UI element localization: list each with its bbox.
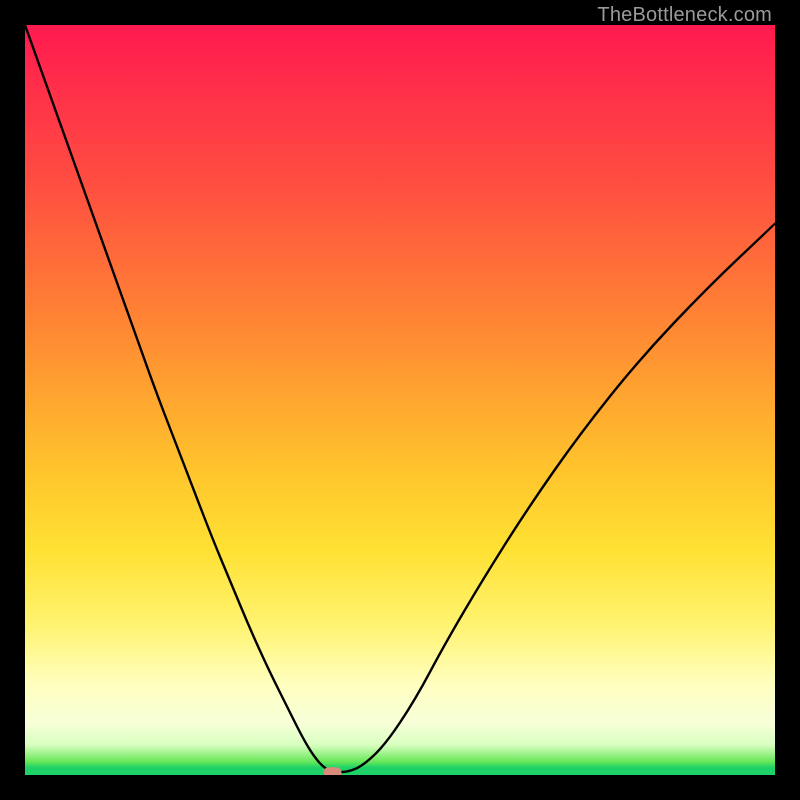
bottleneck-curve (25, 25, 775, 772)
watermark-text: TheBottleneck.com (597, 4, 772, 27)
curve-layer (25, 25, 775, 775)
chart-frame: TheBottleneck.com (0, 0, 800, 800)
plot-area (25, 25, 775, 775)
valley-marker-icon (324, 767, 342, 775)
